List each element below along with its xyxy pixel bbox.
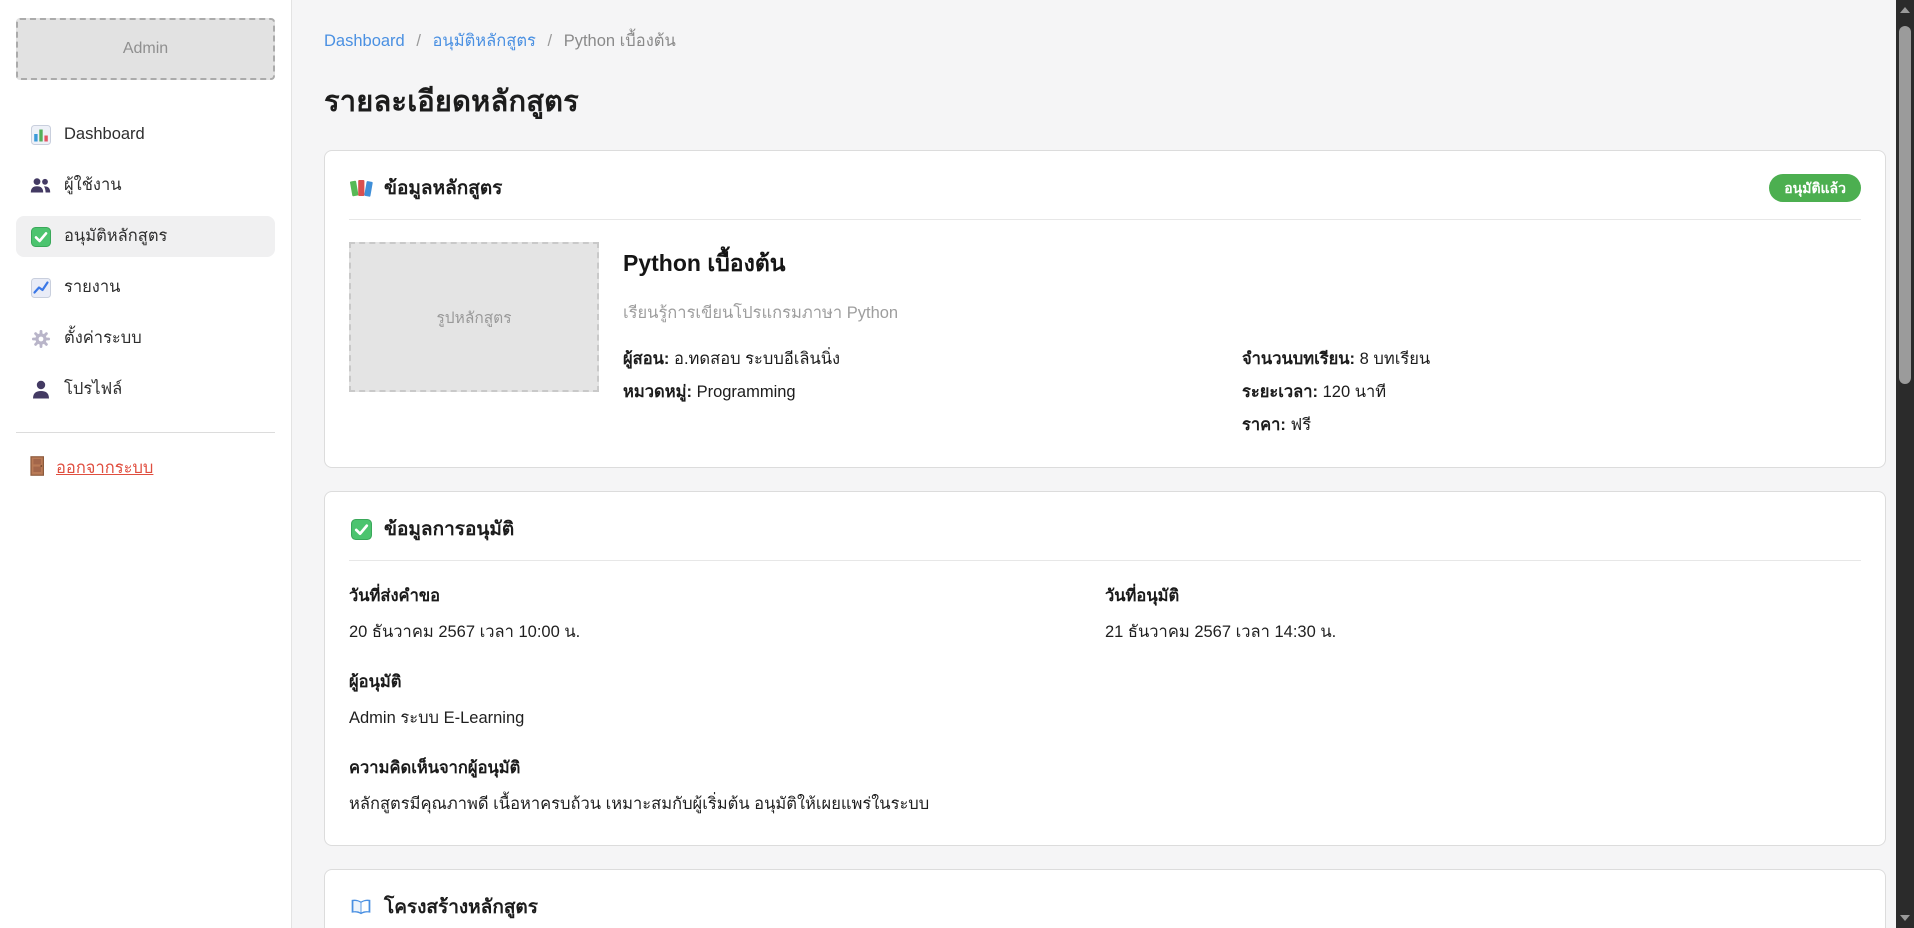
course-field-category: หมวดหมู่: Programming xyxy=(623,379,1242,405)
approval-card-title-label: ข้อมูลการอนุมัติ xyxy=(384,514,514,544)
course-image-label: รูปหลักสูตร xyxy=(436,305,511,330)
dashboard-icon xyxy=(30,124,51,145)
status-badge: อนุมัติแล้ว xyxy=(1769,174,1861,202)
scrollbar-thumb[interactable] xyxy=(1899,26,1911,384)
profile-icon xyxy=(30,379,51,400)
course-field-lessons: จำนวนบทเรียน: 8 บทเรียน xyxy=(1242,346,1861,372)
course-field-price: ราคา: ฟรี xyxy=(1242,412,1861,438)
approve-date-field: วันที่อนุมัติ 21 ธันวาคม 2567 เวลา 14:30… xyxy=(1105,583,1861,669)
approval-card-title: ข้อมูลการอนุมัติ xyxy=(349,514,514,544)
logout-label: ออกจากระบบ xyxy=(56,455,153,481)
door-icon xyxy=(30,456,45,481)
approval-info-card: ข้อมูลการอนุมัติ วันที่ส่งคำขอ 20 ธันวาค… xyxy=(324,491,1886,846)
logout-link[interactable]: ออกจากระบบ xyxy=(16,447,275,489)
sidebar-item-label: ตั้งค่าระบบ xyxy=(64,328,142,349)
sidebar-item-label: รายงาน xyxy=(64,277,120,298)
course-info: Python เบื้องต้น เรียนรู้การเขียนโปรแกรม… xyxy=(623,242,1861,445)
sidebar-menu: Dashboard ผู้ใช้งาน อนุมัติหลักสูตร รายง… xyxy=(16,114,275,410)
structure-card-title: โครงสร้างหลักสูตร xyxy=(349,892,538,922)
course-card-header: ข้อมูลหลักสูตร อนุมัติแล้ว xyxy=(349,173,1861,220)
course-description: เรียนรู้การเขียนโปรแกรมภาษา Python xyxy=(623,300,1861,326)
books-icon xyxy=(349,176,373,200)
open-book-icon xyxy=(349,895,373,919)
breadcrumb-separator: / xyxy=(416,32,421,50)
users-icon xyxy=(30,175,51,196)
approver-field: ผู้อนุมัติ Admin ระบบ E-Learning xyxy=(349,669,1861,731)
sidebar-item-label: Dashboard xyxy=(64,124,145,145)
report-icon xyxy=(30,277,51,298)
course-field-duration: ระยะเวลา: 120 นาที xyxy=(1242,379,1861,405)
request-date-field: วันที่ส่งคำขอ 20 ธันวาคม 2567 เวลา 10:00… xyxy=(349,583,1105,669)
course-fields: ผู้สอน: อ.ทดสอบ ระบบอีเลินนิ่ง หมวดหมู่:… xyxy=(623,346,1861,445)
approve-icon xyxy=(30,226,51,247)
sidebar-item-label: อนุมัติหลักสูตร xyxy=(64,226,167,247)
course-structure-card: โครงสร้างหลักสูตร xyxy=(324,869,1886,928)
scrollbar-down-arrow-icon[interactable] xyxy=(1900,915,1910,921)
sidebar: Admin Dashboard ผู้ใช้งาน อนุมัติหลักสูต… xyxy=(0,0,292,928)
approval-card-header: ข้อมูลการอนุมัติ xyxy=(349,514,1861,561)
app-window: Admin Dashboard ผู้ใช้งาน อนุมัติหลักสูต… xyxy=(0,0,1914,928)
sidebar-item-label: ผู้ใช้งาน xyxy=(64,175,122,196)
course-fields-left: ผู้สอน: อ.ทดสอบ ระบบอีเลินนิ่ง หมวดหมู่:… xyxy=(623,346,1242,445)
course-row: รูปหลักสูตร Python เบื้องต้น เรียนรู้การ… xyxy=(349,220,1861,445)
request-date-value: 20 ธันวาคม 2567 เวลา 10:00 น. xyxy=(349,619,1105,645)
approval-body: วันที่ส่งคำขอ 20 ธันวาคม 2567 เวลา 10:00… xyxy=(349,561,1861,817)
structure-card-header: โครงสร้างหลักสูตร xyxy=(349,892,1861,928)
breadcrumb-link-course-approval[interactable]: อนุมัติหลักสูตร xyxy=(433,32,536,50)
course-card-title-label: ข้อมูลหลักสูตร xyxy=(384,173,502,203)
approval-dates-grid: วันที่ส่งคำขอ 20 ธันวาคม 2567 เวลา 10:00… xyxy=(349,583,1861,669)
course-image-placeholder: รูปหลักสูตร xyxy=(349,242,599,392)
sidebar-item-reports[interactable]: รายงาน xyxy=(16,267,275,308)
request-date-label: วันที่ส่งคำขอ xyxy=(349,583,1105,609)
breadcrumb-link-dashboard[interactable]: Dashboard xyxy=(324,32,405,50)
sidebar-item-settings[interactable]: ตั้งค่าระบบ xyxy=(16,318,275,359)
page-title: รายละเอียดหลักสูตร xyxy=(324,78,1886,124)
approve-date-value: 21 ธันวาคม 2567 เวลา 14:30 น. xyxy=(1105,619,1861,645)
vertical-scrollbar[interactable] xyxy=(1896,0,1914,928)
course-title: Python เบื้องต้น xyxy=(623,246,1861,282)
approver-label: ผู้อนุมัติ xyxy=(349,669,1861,695)
approver-comment-value: หลักสูตรมีคุณภาพดี เนื้อหาครบถ้วน เหมาะส… xyxy=(349,791,1861,817)
course-info-card: ข้อมูลหลักสูตร อนุมัติแล้ว รูปหลักสูตร P… xyxy=(324,150,1886,468)
logo-placeholder: Admin xyxy=(16,18,275,80)
course-card-title: ข้อมูลหลักสูตร xyxy=(349,173,502,203)
structure-card-title-label: โครงสร้างหลักสูตร xyxy=(384,892,538,922)
sidebar-item-label: โปรไฟล์ xyxy=(64,379,122,400)
scrollbar-up-arrow-icon[interactable] xyxy=(1900,7,1910,13)
sidebar-item-course-approval[interactable]: อนุมัติหลักสูตร xyxy=(16,216,275,257)
approver-comment-field: ความคิดเห็นจากผู้อนุมัติ หลักสูตรมีคุณภา… xyxy=(349,755,1861,817)
breadcrumb-separator: / xyxy=(548,32,553,50)
check-icon xyxy=(349,517,373,541)
sidebar-item-profile[interactable]: โปรไฟล์ xyxy=(16,369,275,410)
settings-icon xyxy=(30,328,51,349)
course-field-instructor: ผู้สอน: อ.ทดสอบ ระบบอีเลินนิ่ง xyxy=(623,346,1242,372)
breadcrumb: Dashboard / อนุมัติหลักสูตร / Python เบื… xyxy=(324,28,1886,54)
approver-comment-label: ความคิดเห็นจากผู้อนุมัติ xyxy=(349,755,1861,781)
sidebar-item-dashboard[interactable]: Dashboard xyxy=(16,114,275,155)
approver-value: Admin ระบบ E-Learning xyxy=(349,705,1861,731)
sidebar-item-users[interactable]: ผู้ใช้งาน xyxy=(16,165,275,206)
breadcrumb-current: Python เบื้องต้น xyxy=(564,32,676,50)
logo-label: Admin xyxy=(123,40,168,58)
sidebar-divider xyxy=(16,432,275,433)
course-fields-right: จำนวนบทเรียน: 8 บทเรียน ระยะเวลา: 120 นา… xyxy=(1242,346,1861,445)
main-content: Dashboard / อนุมัติหลักสูตร / Python เบื… xyxy=(292,0,1914,928)
approve-date-label: วันที่อนุมัติ xyxy=(1105,583,1861,609)
